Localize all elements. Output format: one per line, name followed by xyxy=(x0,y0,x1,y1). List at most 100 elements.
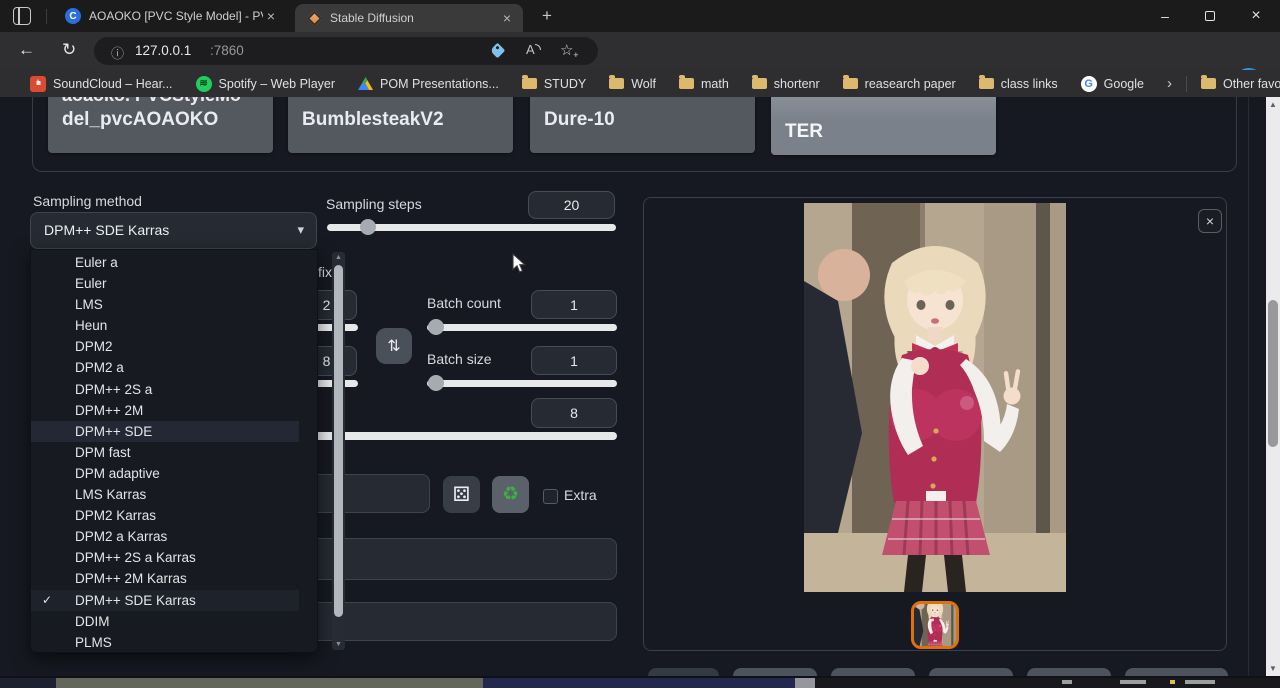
model-card[interactable]: Dure-10 xyxy=(530,97,755,153)
taskbar-segment xyxy=(56,678,483,688)
batch-size-slider-handle[interactable] xyxy=(428,375,444,391)
model-card[interactable]: aoaoko. PVCStyleMo del_pvcAOAOKO xyxy=(48,97,273,153)
sampling-steps-input[interactable]: 20 xyxy=(528,191,615,219)
bookmark-label: class links xyxy=(1001,77,1058,91)
scrollbar-thumb[interactable] xyxy=(334,265,343,617)
sampler-option[interactable]: ✓LMS xyxy=(31,294,299,315)
bookmark-item[interactable]: math xyxy=(679,76,729,92)
bookmark-item[interactable]: STUDY xyxy=(522,76,586,92)
folder-icon xyxy=(1201,78,1216,89)
bookmark-item[interactable]: reasearch paper xyxy=(843,76,956,92)
bookmark-label: Google xyxy=(1104,77,1144,91)
close-image-button[interactable]: × xyxy=(1198,209,1222,233)
sampling-steps-slider-handle[interactable] xyxy=(360,219,376,235)
batch-size-label: Batch size xyxy=(427,351,492,367)
site-info-icon[interactable]: ⓘ xyxy=(111,43,124,62)
add-favorite-icon[interactable]: ☆+ xyxy=(560,41,573,59)
address-bar[interactable]: ⓘ 127.0.0.1 :7860 A ☆+ xyxy=(94,37,598,65)
bookmark-label: reasearch paper xyxy=(865,77,956,91)
restore-button[interactable] xyxy=(1190,0,1230,32)
scroll-up-icon[interactable]: ▲ xyxy=(1266,100,1280,109)
dice-icon: ⚄ xyxy=(453,482,470,507)
sampler-option[interactable]: ✓DPM++ 2S a xyxy=(31,379,299,400)
mouse-cursor xyxy=(512,253,526,274)
bookmark-item[interactable]: ≋ Spotify – Web Player xyxy=(196,76,336,92)
sampling-method-label: Sampling method xyxy=(33,193,142,209)
sampler-option[interactable]: ✓DPM++ 2S a Karras xyxy=(31,547,299,568)
bookmark-item[interactable]: Wolf xyxy=(609,76,656,92)
divider xyxy=(46,9,47,24)
extra-checkbox[interactable] xyxy=(543,489,558,504)
sampler-option[interactable]: ✓LMS Karras xyxy=(31,484,299,505)
sampler-option[interactable]: ✓DDIM xyxy=(31,611,299,632)
minimize-button[interactable]: – xyxy=(1145,0,1185,32)
tab-stable-diffusion[interactable]: Stable Diffusion × xyxy=(295,4,523,32)
batch-count-slider[interactable] xyxy=(427,324,617,331)
generated-image[interactable] xyxy=(804,203,1066,592)
taskbar-segment xyxy=(0,678,56,688)
sampler-option[interactable]: ✓Euler xyxy=(31,273,299,294)
sampler-option[interactable]: ✓DPM fast xyxy=(31,442,299,463)
restore-icon xyxy=(1205,11,1215,21)
tab-title: AOAOKO [PVC Style Model] - PV xyxy=(89,9,263,23)
sampler-option[interactable]: ✓DPM2 a xyxy=(31,357,299,378)
reuse-seed-button[interactable]: ♻ xyxy=(492,476,529,513)
taskbar-sliver xyxy=(0,676,1280,688)
list-scrollbar[interactable]: ▲ ▼ xyxy=(332,252,346,650)
swap-dimensions-button[interactable]: ⇅ xyxy=(376,328,412,364)
tag-icon[interactable] xyxy=(490,43,506,59)
cfg-scale-slider[interactable] xyxy=(300,432,617,440)
browser-scrollbar[interactable]: ▲ ▼ xyxy=(1266,97,1280,676)
sampler-option[interactable]: ✓PLMS xyxy=(31,632,299,653)
hires-fix-label-fragment: fix xyxy=(318,264,332,280)
sampler-option[interactable]: ✓DPM++ SDE Karras xyxy=(31,590,299,611)
sampler-option[interactable]: ✓Heun xyxy=(31,315,299,336)
close-icon: × xyxy=(1206,213,1214,229)
batch-count-slider-handle[interactable] xyxy=(428,319,444,335)
bookmark-item[interactable]: POM Presentations... xyxy=(358,76,499,92)
tab-close-icon[interactable]: × xyxy=(263,8,279,24)
scroll-down-icon[interactable]: ▼ xyxy=(332,641,345,648)
other-favorites[interactable]: Other favorites xyxy=(1201,77,1280,91)
sampling-method-select[interactable]: DPM++ SDE Karras ▾ xyxy=(30,212,317,249)
batch-size-slider[interactable] xyxy=(427,380,617,387)
sampler-option[interactable]: ✓Euler a xyxy=(31,252,299,273)
new-tab-button[interactable]: + xyxy=(536,5,558,27)
sampler-option[interactable]: ✓DPM++ 2M Karras xyxy=(31,568,299,589)
cfg-scale-input[interactable]: 8 xyxy=(531,398,617,428)
back-button[interactable]: ← xyxy=(18,40,35,60)
batch-count-input[interactable]: 1 xyxy=(531,290,617,319)
divider xyxy=(1248,97,1249,688)
bookmarks-overflow-icon[interactable]: › xyxy=(1167,75,1172,92)
sampler-option[interactable]: ✓DPM++ SDE xyxy=(31,421,299,442)
bookmark-item[interactable]: ılıı SoundCloud – Hear... xyxy=(30,76,173,92)
sampler-option[interactable]: ✓DPM2 xyxy=(31,336,299,357)
close-window-button[interactable]: × xyxy=(1236,0,1276,32)
random-seed-button[interactable]: ⚄ xyxy=(443,476,480,513)
bookmark-item[interactable]: G Google xyxy=(1081,76,1144,92)
scroll-down-icon[interactable]: ▼ xyxy=(1266,664,1280,673)
sampling-steps-label: Sampling steps xyxy=(326,196,422,212)
workspaces-icon[interactable] xyxy=(13,7,31,25)
batch-size-input[interactable]: 1 xyxy=(531,346,617,375)
sampler-option[interactable]: ✓DPM++ 2M xyxy=(31,400,299,421)
gallery-thumbnail[interactable] xyxy=(911,601,959,649)
divider xyxy=(1186,76,1187,92)
scrollbar-thumb[interactable] xyxy=(1268,300,1278,447)
tab-civitai[interactable]: C AOAOKO [PVC Style Model] - PV × xyxy=(55,0,287,32)
sampling-method-value: DPM++ SDE Karras xyxy=(44,222,169,238)
sampler-option[interactable]: ✓DPM2 a Karras xyxy=(31,526,299,547)
read-aloud-icon[interactable]: A xyxy=(526,42,535,57)
bookmark-item[interactable]: shortenr xyxy=(752,76,820,92)
sampler-option[interactable]: ✓DPM2 Karras xyxy=(31,505,299,526)
bookmark-item[interactable]: class links xyxy=(979,76,1058,92)
google-icon: G xyxy=(1081,76,1097,92)
taskbar-mark xyxy=(1170,680,1175,684)
chevron-down-icon: ▾ xyxy=(297,222,304,238)
sampler-option[interactable]: ✓DPM adaptive xyxy=(31,463,299,484)
scroll-up-icon[interactable]: ▲ xyxy=(332,254,345,261)
tab-close-icon[interactable]: × xyxy=(499,10,515,26)
refresh-button[interactable]: ↻ xyxy=(62,40,76,60)
model-card[interactable]: TER xyxy=(771,97,996,155)
model-card[interactable]: BumblesteakV2 xyxy=(288,97,513,153)
